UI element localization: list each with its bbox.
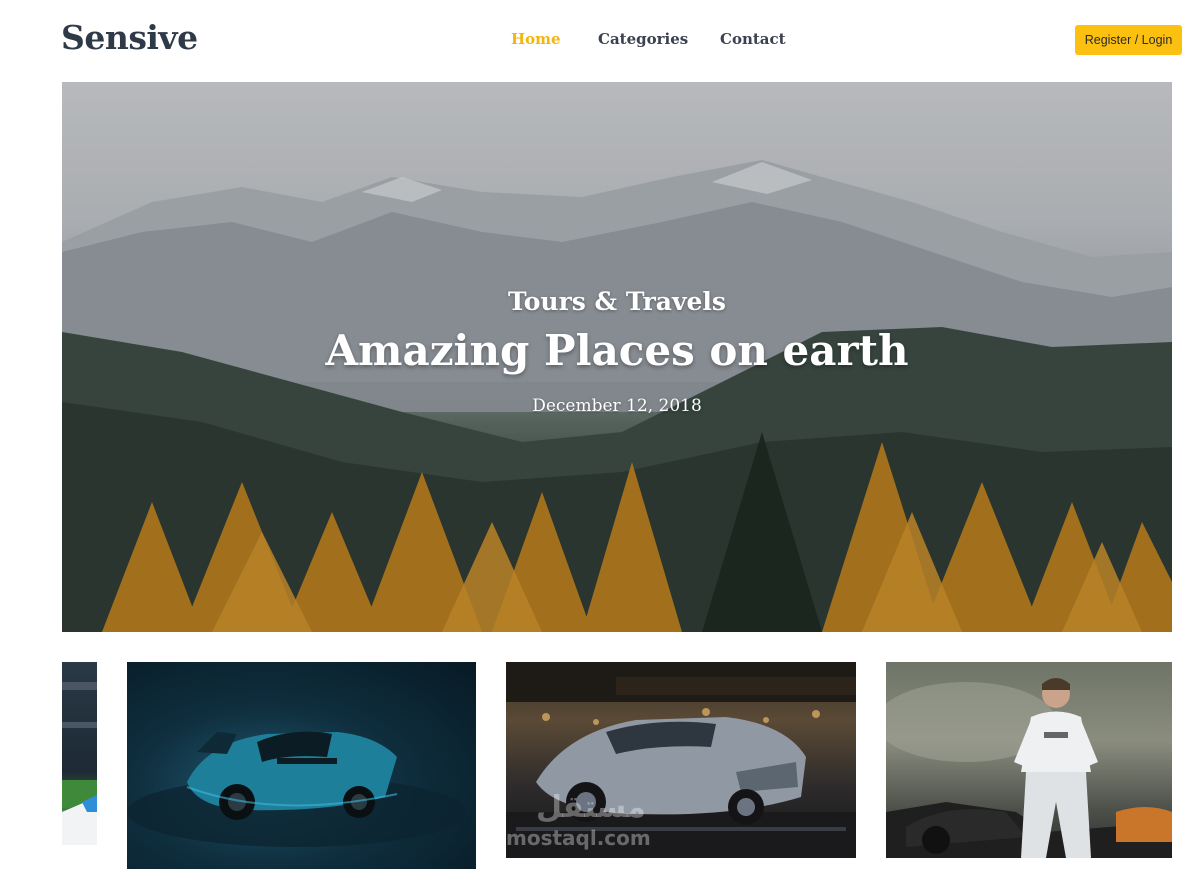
nav-item-home[interactable]: Home xyxy=(511,30,561,48)
racing-driver-image xyxy=(886,678,1172,858)
register-login-button[interactable]: Register / Login xyxy=(1075,25,1182,55)
post-card-stadium[interactable] xyxy=(62,662,97,845)
nav-item-categories[interactable]: Categories xyxy=(598,30,688,48)
hero-caption: Tours & Travels Amazing Places on earth … xyxy=(62,82,1172,632)
post-card-racing-driver[interactable] xyxy=(886,662,1172,858)
hero-banner[interactable]: Tours & Travels Amazing Places on earth … xyxy=(62,82,1172,632)
stadium-image xyxy=(62,682,97,845)
post-card-blue-car[interactable] xyxy=(127,662,476,869)
page: Sensive Home Categories Contact Register… xyxy=(0,0,1190,869)
post-card-silver-car[interactable] xyxy=(506,662,856,858)
silver-concept-car-image xyxy=(506,662,856,858)
hero-title[interactable]: Amazing Places on earth xyxy=(62,326,1172,375)
blue-sports-car-image xyxy=(127,731,467,847)
nav-item-contact[interactable]: Contact xyxy=(720,30,786,48)
hero-category[interactable]: Tours & Travels xyxy=(62,287,1172,316)
hero-date: December 12, 2018 xyxy=(532,396,702,416)
main-nav: Home Categories Contact xyxy=(0,30,1190,50)
